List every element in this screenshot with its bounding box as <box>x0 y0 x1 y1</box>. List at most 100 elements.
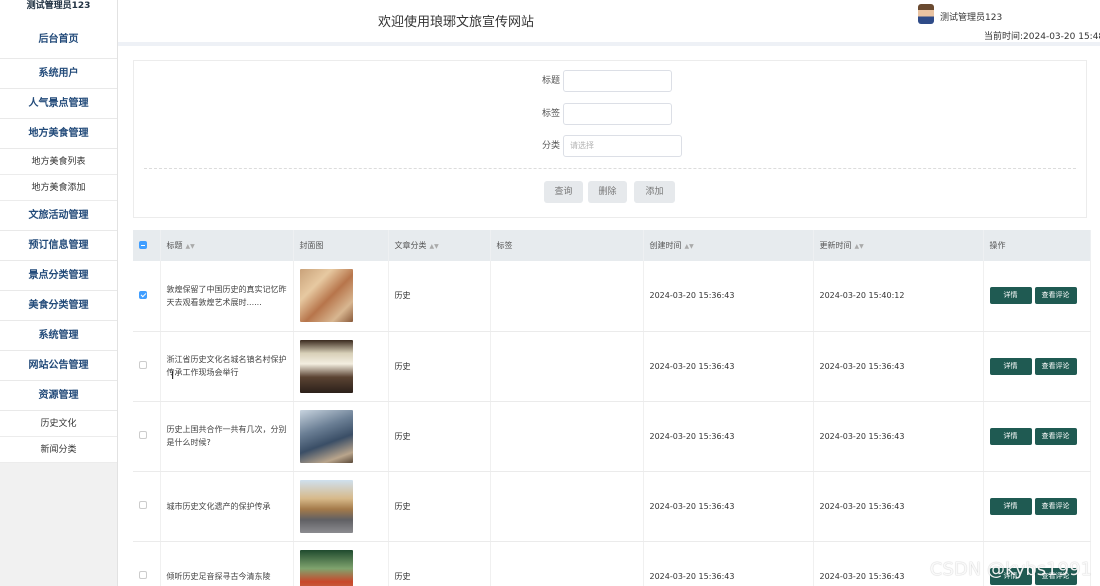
sidebar-item[interactable]: 文旅活动管理 <box>0 201 117 231</box>
row-created: 2024-03-20 15:36:43 <box>643 261 814 332</box>
header-user-name[interactable]: 测试管理员123 <box>940 10 1002 23</box>
row-checkbox[interactable] <box>139 290 147 299</box>
row-tag <box>490 261 644 332</box>
row-updated: 2024-03-20 15:36:43 <box>813 401 984 472</box>
avatar[interactable] <box>918 4 934 24</box>
view-comments-button[interactable]: 查看评论 <box>1034 427 1077 445</box>
row-select-cell[interactable] <box>133 261 161 332</box>
sidebar-item[interactable]: 景点分类管理 <box>0 261 117 291</box>
query-button[interactable]: 查询 <box>544 181 583 203</box>
row-created: 2024-03-20 15:36:43 <box>643 471 814 542</box>
view-comments-button[interactable]: 查看评论 <box>1034 497 1077 515</box>
sidebar-menu: 后台首页 系统用户 人气景点管理 地方美食管理 地方美食列表 地方美食添加 文旅活动管理 预订… <box>0 20 117 463</box>
sidebar-item[interactable]: 预订信息管理 <box>0 231 117 261</box>
sidebar-item[interactable]: 系统用户 <box>0 59 117 89</box>
data-table: 标题 ▲▼ 封面图 文章分类 ▲▼ 标签 创建时间 ▲▼ 更新时间 ▲▼ 操作 敦煌保留… <box>133 230 1091 586</box>
page-title: 欢迎使用琅琊文旅宣传网站 <box>378 15 535 30</box>
top-header: 欢迎使用琅琊文旅宣传网站 测试管理员123 当前时间:2024-03-20 15… <box>118 0 1100 46</box>
detail-button[interactable]: 详情 <box>989 427 1032 445</box>
row-category: 历史 <box>388 471 491 542</box>
row-tag <box>490 331 644 402</box>
category-filter-select[interactable]: 请选择 <box>563 135 682 157</box>
row-select-cell[interactable] <box>133 331 161 402</box>
column-header-updated[interactable]: 更新时间 ▲▼ <box>813 230 984 261</box>
select-all-checkbox[interactable] <box>139 240 147 249</box>
row-checkbox[interactable] <box>139 431 147 439</box>
sort-icon[interactable]: ▲▼ <box>430 243 439 250</box>
detail-button[interactable]: 详情 <box>989 357 1032 375</box>
row-created: 2024-03-20 15:36:43 <box>643 401 814 472</box>
row-checkbox[interactable] <box>139 361 147 369</box>
sidebar-item[interactable]: 人气景点管理 <box>0 89 117 119</box>
sidebar-subitem[interactable]: 新闻分类 <box>0 437 117 463</box>
cover-image <box>299 269 353 323</box>
row-cover <box>293 261 389 332</box>
current-time-value: 2024-03-20 15:48:4 <box>1023 32 1100 42</box>
sidebar-subitem[interactable]: 历史文化 <box>0 411 117 437</box>
sort-icon[interactable]: ▲▼ <box>685 243 694 250</box>
tag-filter-label: 标签 <box>541 109 560 119</box>
row-tag <box>490 541 644 586</box>
sort-icon[interactable]: ▲▼ <box>186 243 195 250</box>
add-button[interactable]: 添加 <box>634 181 675 203</box>
category-filter-row: 分类 请选择 <box>134 135 1086 157</box>
row-cover <box>293 401 389 472</box>
cover-image <box>299 339 353 393</box>
row-select-cell[interactable] <box>133 401 161 472</box>
row-title: 历史上国共合作一共有几次，分别是什么时候? <box>160 401 294 472</box>
sidebar: 测试管理员123 后台首页 系统用户 人气景点管理 地方美食管理 地方美食列表 地方美食添… <box>0 0 118 586</box>
current-time-label: 当前时间: <box>984 32 1024 42</box>
row-checkbox[interactable] <box>139 571 147 579</box>
text-cursor-icon: I <box>171 369 175 382</box>
row-category: 历史 <box>388 331 491 402</box>
column-header-title[interactable]: 标题 ▲▼ <box>160 230 294 261</box>
table-row: 敦煌保留了中国历史的真实记忆昨天去观看敦煌艺术展时...... 历史 2024-03… <box>133 261 1091 332</box>
row-created: 2024-03-20 15:36:43 <box>643 541 814 586</box>
select-all-cell[interactable] <box>133 230 161 261</box>
row-checkbox[interactable] <box>139 501 147 509</box>
sidebar-item[interactable]: 资源管理 <box>0 381 117 411</box>
cover-image <box>299 479 353 533</box>
row-category: 历史 <box>388 261 491 332</box>
row-updated: 2024-03-20 15:36:43 <box>813 331 984 402</box>
row-category: 历史 <box>388 401 491 472</box>
sidebar-user-label: 测试管理员123 <box>0 0 117 20</box>
search-panel: 标题 标签 分类 请选择 查询 删除 添加 <box>133 60 1087 218</box>
view-comments-button[interactable]: 查看评论 <box>1034 287 1077 305</box>
detail-button[interactable]: 详情 <box>989 287 1032 305</box>
row-title: 敦煌保留了中国历史的真实记忆昨天去观看敦煌艺术展时...... <box>160 261 294 332</box>
sidebar-item[interactable]: 系统管理 <box>0 321 117 351</box>
cover-image <box>299 549 353 586</box>
row-title: 浙江省历史文化名城名镇名村保护传承工作现场会举行 <box>160 331 294 402</box>
title-filter-input[interactable] <box>563 70 672 92</box>
sort-icon[interactable]: ▲▼ <box>855 243 864 250</box>
row-actions: 详情 查看评论 <box>983 471 1091 542</box>
sidebar-subitem[interactable]: 地方美食列表 <box>0 149 117 175</box>
row-created: 2024-03-20 15:36:43 <box>643 331 814 402</box>
column-header-cover: 封面图 <box>293 230 389 261</box>
column-header-actions: 操作 <box>983 230 1091 261</box>
cover-image <box>299 409 353 463</box>
sidebar-item[interactable]: 地方美食管理 <box>0 119 117 149</box>
tag-filter-row: 标签 <box>134 103 1086 125</box>
row-select-cell[interactable] <box>133 541 161 586</box>
divider <box>144 168 1076 169</box>
row-tag <box>490 401 644 472</box>
delete-button[interactable]: 删除 <box>588 181 627 203</box>
column-header-created[interactable]: 创建时间 ▲▼ <box>643 230 814 261</box>
sidebar-item[interactable]: 美食分类管理 <box>0 291 117 321</box>
row-cover <box>293 471 389 542</box>
row-title: 城市历史文化遗产的保护传承 <box>160 471 294 542</box>
sidebar-item[interactable]: 网站公告管理 <box>0 351 117 381</box>
table-row: 城市历史文化遗产的保护传承 历史 2024-03-20 15:36:43 2024-0… <box>133 471 1091 542</box>
table-row: 历史上国共合作一共有几次，分别是什么时候? 历史 2024-03-20 15:36:… <box>133 401 1091 472</box>
sidebar-item[interactable]: 后台首页 <box>0 20 117 59</box>
row-updated: 2024-03-20 15:36:43 <box>813 471 984 542</box>
title-filter-row: 标题 <box>134 70 1086 92</box>
row-actions: 详情 查看评论 <box>983 331 1091 402</box>
view-comments-button[interactable]: 查看评论 <box>1034 357 1077 375</box>
sidebar-subitem[interactable]: 地方美食添加 <box>0 175 117 201</box>
tag-filter-input[interactable] <box>563 103 672 125</box>
detail-button[interactable]: 详情 <box>989 497 1032 515</box>
row-select-cell[interactable] <box>133 471 161 542</box>
